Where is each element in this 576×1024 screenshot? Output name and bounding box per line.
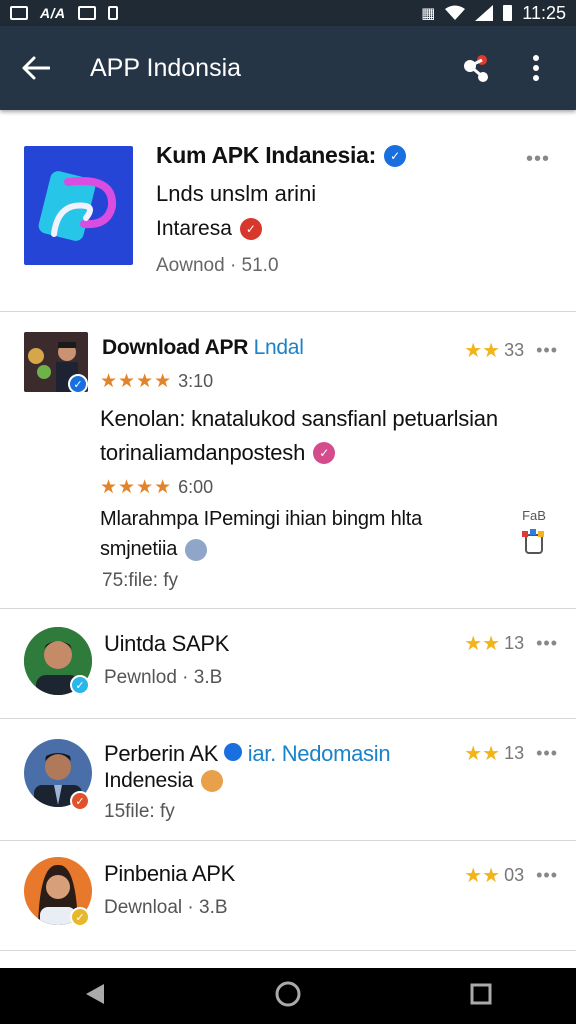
rating: ★★ 03 ••• xyxy=(464,863,558,888)
star-rating-value: 3:10 xyxy=(178,371,214,391)
featured-title-text: Kum APK Indanesia: xyxy=(156,142,376,168)
item-description-4: smjnetiia xyxy=(100,538,208,561)
ball-icon xyxy=(201,770,224,792)
phone-logo-icon xyxy=(38,171,117,241)
star-icon: ★★ xyxy=(464,743,501,765)
side-action[interactable]: FaB xyxy=(516,508,552,560)
star-rating-2: ★★★★ 6:00 xyxy=(100,476,213,499)
star-icon: ★★ xyxy=(464,633,501,655)
list-item[interactable]: ✓ Pinbenia APK ★★ 03 ••• Dewnloal · 3.B xyxy=(0,841,576,951)
nav-home-button[interactable] xyxy=(274,980,302,1013)
nav-recents-icon xyxy=(470,983,492,1004)
item-title: Perberin AK iar. Nedomasin xyxy=(104,741,391,767)
globe-icon xyxy=(185,538,208,561)
verified-icon: ✓ xyxy=(383,144,406,167)
verified-badge-icon: ✓ xyxy=(70,907,90,927)
vibrate-icon: ▦ xyxy=(421,5,436,22)
status-bar: A/A ▦ 11:25 xyxy=(0,0,576,26)
list-item[interactable]: ✓ Perberin AK iar. Nedomasin ★★ 13 ••• I… xyxy=(0,719,576,841)
featured-subtitle-2: Intaresa ✓ xyxy=(156,217,496,241)
verified-badge-icon: ✓ xyxy=(68,374,88,394)
back-button[interactable] xyxy=(0,26,72,110)
share-icon xyxy=(464,55,488,82)
heart-icon: ✓ xyxy=(313,442,336,464)
battery-icon xyxy=(503,5,513,21)
item-title: Pinbenia APK xyxy=(104,861,235,886)
item-meta: Dewnloal · 3.B xyxy=(104,897,228,918)
rating: ★★ 13 ••• xyxy=(464,631,558,656)
list-item[interactable]: ✓ Download APR Lndal ★★ 33 ••• ★★★★ 3:10… xyxy=(0,312,576,609)
featured-app-card[interactable]: Kum APK Indanesia: ✓ Lnds unslm arini In… xyxy=(0,110,576,312)
touch-icon xyxy=(522,529,544,554)
side-action-label: FaB xyxy=(522,508,546,523)
item-subtitle-text: Indenesia xyxy=(104,769,194,792)
item-subtitle: Indenesia xyxy=(104,769,224,793)
item-title: Download APR Lndal xyxy=(102,336,304,360)
item-description-3: Mlarahmpa IPemingi ihian bingm hlta xyxy=(100,508,423,530)
status-text: A/A xyxy=(40,5,66,21)
featured-title: Kum APK Indanesia: ✓ xyxy=(156,142,496,169)
star-rating-value: 6:00 xyxy=(178,477,214,497)
share-button[interactable] xyxy=(456,48,496,88)
back-arrow-icon xyxy=(22,56,50,80)
item-description-2: torinaliamdanpostesh ✓ xyxy=(100,440,336,466)
nav-home-icon xyxy=(275,981,301,1006)
star-rating: ★★★★ 3:10 xyxy=(100,370,213,393)
system-nav-bar xyxy=(0,968,576,1024)
item-description-2-text: torinaliamdanpostesh xyxy=(100,440,306,465)
rating-count: 13 xyxy=(504,633,525,653)
featured-subtitle: Lnds unslm arini xyxy=(156,181,317,206)
sim-icon xyxy=(107,6,118,20)
check-badge-icon: ✓ xyxy=(239,218,262,240)
nav-back-button[interactable] xyxy=(84,982,106,1011)
star-icon: ★★ xyxy=(464,340,501,362)
signal-icon xyxy=(475,5,494,21)
featured-subtitle-2-text: Intaresa xyxy=(156,217,232,240)
star-icon: ★★ xyxy=(464,865,501,887)
item-meta: 75:file: fy xyxy=(102,570,179,591)
overflow-menu-button[interactable] xyxy=(516,48,556,88)
rating: ★★ 33 ••• xyxy=(464,338,558,363)
more-options-icon[interactable]: ••• xyxy=(536,743,558,764)
item-title-accent: Lndal xyxy=(253,336,304,359)
nav-back-icon xyxy=(86,983,104,1004)
page-title: APP Indonsia xyxy=(90,53,242,82)
rating-count: 03 xyxy=(504,865,525,885)
item-meta: Pewnlod · 3.B xyxy=(104,667,223,688)
more-vert-icon xyxy=(533,55,539,81)
image-notification-icon xyxy=(10,6,28,20)
tv-notification-icon xyxy=(77,6,96,20)
nav-recents-button[interactable] xyxy=(470,983,492,1010)
rating-count: 13 xyxy=(504,743,525,763)
wifi-icon xyxy=(445,5,466,20)
app-list: Kum APK Indanesia: ✓ Lnds unslm arini In… xyxy=(0,110,576,968)
item-title-text: Download APR xyxy=(102,336,249,359)
item-title-text: Perberin AK xyxy=(104,741,219,766)
stars-icon: ★★★★ xyxy=(100,371,173,392)
verified-badge-icon: ✓ xyxy=(70,675,90,695)
more-options-icon[interactable]: ••• xyxy=(536,340,558,361)
stars-icon: ★★★★ xyxy=(100,477,173,498)
item-description-4-text: smjnetiia xyxy=(100,538,178,560)
rating: ★★ 13 ••• xyxy=(464,741,558,766)
list-item[interactable]: ✓ Uintda SAPK ★★ 13 ••• Pewnlod · 3.B xyxy=(0,609,576,719)
item-title: Uintda SAPK xyxy=(104,631,230,656)
app-icon xyxy=(24,146,133,265)
app-bar: APP Indonsia xyxy=(0,26,576,110)
item-meta: 15file: fy xyxy=(104,801,175,822)
item-description: Kenolan: knatalukod sansfianl petuarlsia… xyxy=(100,406,498,431)
rating-count: 33 xyxy=(504,340,525,360)
verified-icon xyxy=(223,743,242,761)
clock: 11:25 xyxy=(522,2,566,23)
more-options-icon[interactable]: ••• xyxy=(536,633,558,654)
more-options-icon[interactable]: ••• xyxy=(526,148,550,171)
item-title-accent: iar. Nedomasin xyxy=(247,741,391,766)
status-badge-icon: ✓ xyxy=(70,791,90,811)
featured-meta: Aownod · 51.0 xyxy=(156,255,279,276)
more-options-icon[interactable]: ••• xyxy=(536,865,558,886)
